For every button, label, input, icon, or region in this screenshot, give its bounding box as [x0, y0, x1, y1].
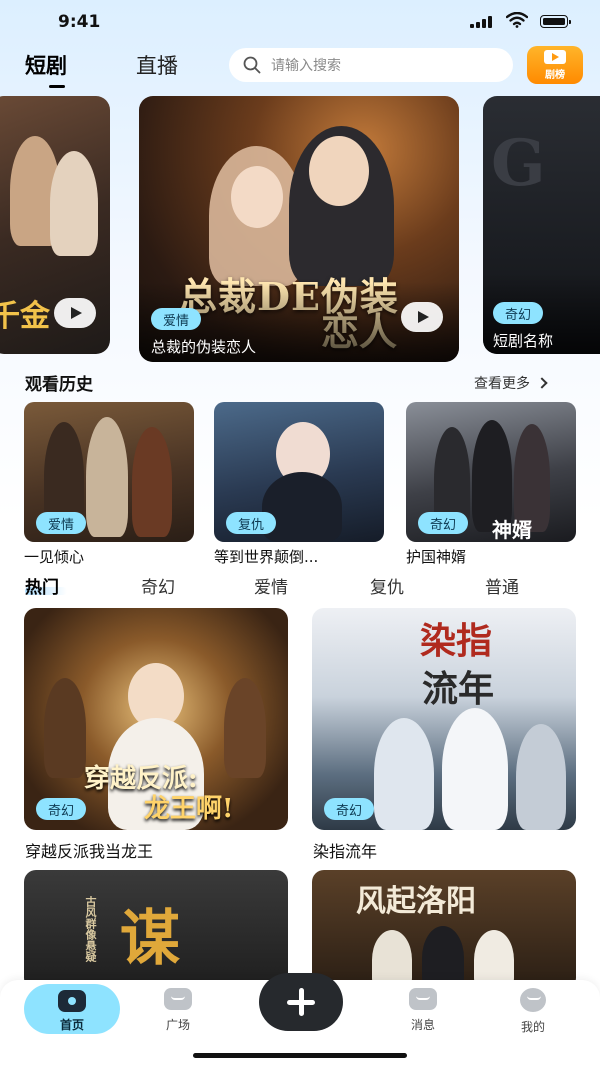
profile-icon [520, 988, 546, 1012]
history-title: 等到世界颠倒... [214, 548, 319, 566]
poster-face [231, 166, 283, 228]
drama-title: 染指流年 [313, 842, 378, 861]
genre-tag: 奇幻 [493, 302, 544, 324]
home-indicator [193, 1053, 407, 1058]
category-tab-romance[interactable]: 爱情 [254, 573, 288, 598]
nav-messages[interactable]: 消息 [388, 988, 458, 1033]
history-title: 一见倾心 [24, 548, 85, 566]
poster-art-text: 龙王啊! [144, 794, 234, 824]
drama-card[interactable]: 染指 流年 奇幻 [312, 608, 576, 830]
banner-caption: 总裁的伪装恋人 [151, 338, 257, 356]
nav-home[interactable]: 首页 [24, 984, 120, 1034]
genre-tag: 奇幻 [36, 798, 87, 820]
genre-tag: 复仇 [226, 512, 277, 534]
banner-card-left[interactable]: 千金 [0, 96, 110, 354]
poster-art-text: 染指 [420, 620, 493, 662]
nav-me[interactable]: 我的 [498, 988, 568, 1035]
status-bar: 9:41 [0, 0, 600, 44]
play-button[interactable] [54, 298, 96, 328]
see-more-label: 查看更多 [474, 376, 530, 392]
genre-tag: 爱情 [151, 308, 202, 330]
poster-face [309, 136, 369, 206]
plaza-icon [164, 988, 192, 1010]
category-tab-revenge[interactable]: 复仇 [370, 573, 404, 598]
status-time: 9:41 [58, 12, 101, 32]
nav-messages-label: 消息 [410, 1018, 435, 1032]
search-input[interactable]: 请输入搜索 [229, 48, 513, 82]
search-icon [243, 56, 261, 74]
history-card[interactable]: 神婿 奇幻 [406, 402, 576, 542]
genre-tag: 奇幻 [418, 512, 469, 534]
section-title-history: 观看历史 [25, 375, 93, 395]
drama-card[interactable]: 谋 古风群像悬疑 [24, 870, 288, 990]
signal-icon [470, 16, 494, 28]
banner-card-right[interactable]: G 奇幻 短剧名称 [483, 96, 600, 354]
message-icon [409, 988, 437, 1010]
drama-card[interactable]: 穿越反派: 龙王啊! 奇幻 [24, 608, 288, 830]
home-icon [58, 990, 86, 1012]
banner-caption: 短剧名称 [493, 332, 554, 350]
drama-title: 穿越反派我当龙王 [25, 842, 154, 861]
poster-art-text: 流年 [422, 668, 495, 710]
banner-card-main[interactable]: 总裁DE伪装 恋人 爱情 总裁的伪装恋人 [139, 96, 459, 362]
genre-tag: 奇幻 [324, 798, 375, 820]
rank-label: 剧榜 [545, 69, 565, 81]
play-button[interactable] [401, 302, 443, 332]
poster-figure [442, 708, 508, 830]
poster-art-text: 千金 [0, 299, 50, 334]
nav-square[interactable]: 广场 [143, 988, 213, 1033]
poster-art-text: G [491, 126, 546, 201]
header: 短剧 直播 请输入搜索 剧榜 [0, 44, 600, 88]
search-placeholder: 请输入搜索 [271, 58, 341, 74]
see-more-link[interactable]: 查看更多 [474, 373, 548, 393]
plus-icon-vertical [298, 988, 304, 1016]
genre-tag: 爱情 [36, 512, 87, 534]
nav-me-label: 我的 [520, 1020, 545, 1034]
add-button[interactable] [259, 973, 343, 1031]
poster-figure [50, 151, 98, 256]
wifi-icon [506, 12, 528, 28]
nav-home-label: 首页 [59, 1018, 84, 1032]
rank-button[interactable]: 剧榜 [527, 46, 583, 84]
tv-icon [544, 49, 566, 64]
chevron-right-icon [536, 377, 548, 389]
poster-art-text: 神婿 [492, 518, 532, 542]
history-title: 护国神婿 [406, 548, 467, 566]
poster-art-text: 古风群像悬疑 [84, 896, 97, 962]
poster-figure [262, 472, 342, 542]
poster-figure [44, 678, 86, 778]
history-card[interactable]: 复仇 [214, 402, 384, 542]
poster-art-text: 风起洛阳 [356, 884, 476, 919]
tab-short-drama[interactable]: 短剧 [25, 50, 67, 88]
battery-icon [540, 15, 571, 28]
poster-figure [132, 427, 172, 537]
category-tab-normal[interactable]: 普通 [485, 573, 519, 598]
category-tab-hot[interactable]: 热门 [25, 573, 67, 598]
poster-art-text: 谋 [120, 904, 180, 974]
poster-figure [224, 678, 266, 778]
category-tab-fantasy[interactable]: 奇幻 [141, 573, 175, 598]
history-card[interactable]: 爱情 [24, 402, 194, 542]
poster-figure [516, 724, 566, 830]
poster-figure [86, 417, 128, 537]
poster-figure [374, 718, 434, 830]
drama-card[interactable]: 风起洛阳 [312, 870, 576, 990]
tab-live[interactable]: 直播 [136, 50, 178, 80]
nav-square-label: 广场 [165, 1018, 190, 1032]
